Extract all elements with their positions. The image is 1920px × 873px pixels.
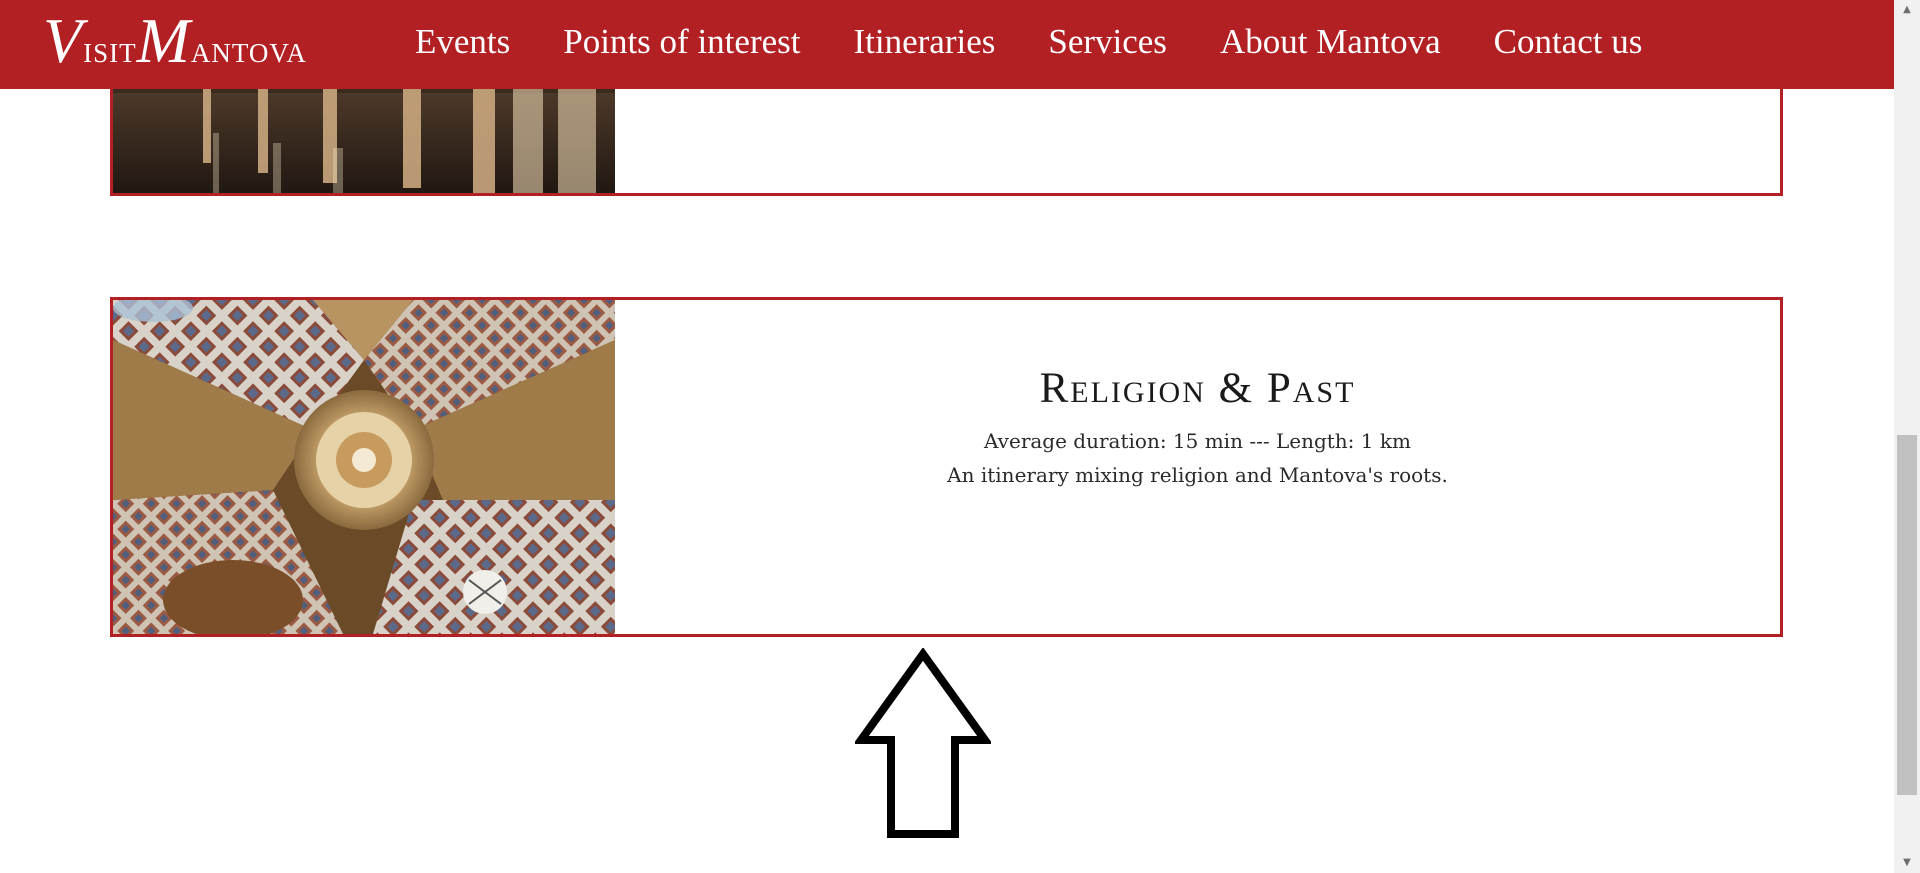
vertical-scrollbar[interactable]: ▲ ▼ (1894, 0, 1920, 873)
scroll-down-button[interactable]: ▼ (1894, 853, 1920, 873)
logo-text-isit: isit (83, 29, 137, 71)
logo-text-antova: antova (190, 29, 307, 71)
up-arrow-icon[interactable] (855, 648, 991, 840)
scrollbar-thumb[interactable] (1897, 435, 1917, 795)
nav-link-points-of-interest[interactable]: Points of interest (563, 22, 800, 62)
basilica-dome-ceiling-photo (113, 300, 615, 634)
itinerary-card-image (113, 300, 615, 634)
itinerary-description: An itinerary mixing religion and Mantova… (947, 463, 1448, 487)
nav-link-services[interactable]: Services (1048, 22, 1167, 62)
logo-letter-m: M (136, 5, 191, 76)
top-navbar: VisitMantova Events Points of interest I… (0, 0, 1894, 89)
itinerary-meta: Average duration: 15 min --- Length: 1 k… (984, 429, 1411, 453)
site-logo[interactable]: VisitMantova (43, 6, 307, 76)
nav-link-events[interactable]: Events (415, 22, 510, 62)
itinerary-card[interactable]: Religion & Past Average duration: 15 min… (110, 297, 1783, 637)
itinerary-title[interactable]: Religion & Past (615, 364, 1780, 413)
nav-link-about-mantova[interactable]: About Mantova (1220, 22, 1441, 62)
nav-link-itineraries[interactable]: Itineraries (853, 22, 995, 62)
nav-links: Events Points of interest Itineraries Se… (415, 0, 1695, 83)
itinerary-card-body: Religion & Past Average duration: 15 min… (615, 300, 1780, 487)
logo-letter-v: V (43, 5, 84, 76)
scroll-up-button[interactable]: ▲ (1894, 0, 1920, 20)
nav-link-contact-us[interactable]: Contact us (1494, 22, 1643, 62)
